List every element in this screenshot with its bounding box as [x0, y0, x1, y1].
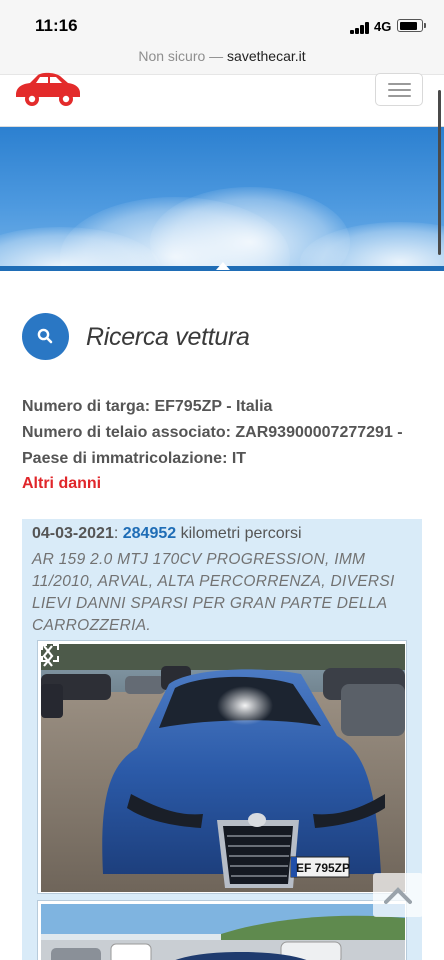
- record-date: 04-03-2021: [32, 525, 114, 542]
- signal-icon: [350, 22, 370, 34]
- registration-country-line: Paese di immatricolazione: IT: [22, 450, 247, 467]
- hero-banner: [0, 127, 444, 269]
- scroll-to-top-button[interactable]: [373, 873, 423, 917]
- url-separator: —: [205, 48, 228, 64]
- banner-notch: [216, 262, 230, 270]
- car-photo-2: [41, 904, 405, 960]
- status-bar: 11:16 4G: [0, 0, 444, 44]
- damage-record: 04-03-2021: 284952 kilometri percorsi AR…: [22, 519, 422, 960]
- vin-line: Numero di telaio associato: ZAR939000072…: [22, 424, 403, 441]
- url-insecure-label: Non sicuro: [138, 48, 206, 64]
- hamburger-menu-button[interactable]: [375, 73, 423, 106]
- site-header: [0, 71, 444, 127]
- photo-plate-text: EF 795ZP: [296, 861, 350, 875]
- record-header: 04-03-2021: 284952 kilometri percorsi: [32, 525, 302, 543]
- plate-number-line: Numero di targa: EF795ZP - Italia: [22, 398, 273, 415]
- car-photo-gallery-2[interactable]: [37, 900, 407, 960]
- status-time: 11:16: [35, 16, 78, 35]
- page-scrollbar[interactable]: [438, 90, 441, 255]
- battery-icon: [397, 19, 426, 32]
- search-button[interactable]: [22, 313, 69, 360]
- chevron-right-icon[interactable]: [41, 644, 55, 668]
- url-bar[interactable]: Non sicuro — savethecar.it: [0, 44, 444, 74]
- record-description: AR 159 2.0 MTJ 170CV PROGRESSION, IMM 11…: [32, 551, 395, 634]
- record-km-suffix: kilometri percorsi: [180, 525, 302, 542]
- page-title: Ricerca vettura: [86, 323, 250, 351]
- car-photo: EF 795ZP: [41, 644, 405, 892]
- network-label: 4G: [374, 19, 392, 34]
- car-logo-icon[interactable]: [12, 71, 82, 111]
- chevron-up-icon: [384, 887, 412, 904]
- other-damages-link[interactable]: Altri danni: [22, 475, 101, 493]
- record-km: 284952: [122, 525, 177, 542]
- record-colon: :: [113, 525, 119, 542]
- car-photo-gallery[interactable]: EF 795ZP: [37, 640, 407, 894]
- url-domain: savethecar.it: [227, 48, 306, 64]
- battery-fill: [399, 21, 417, 30]
- search-icon: [37, 328, 53, 344]
